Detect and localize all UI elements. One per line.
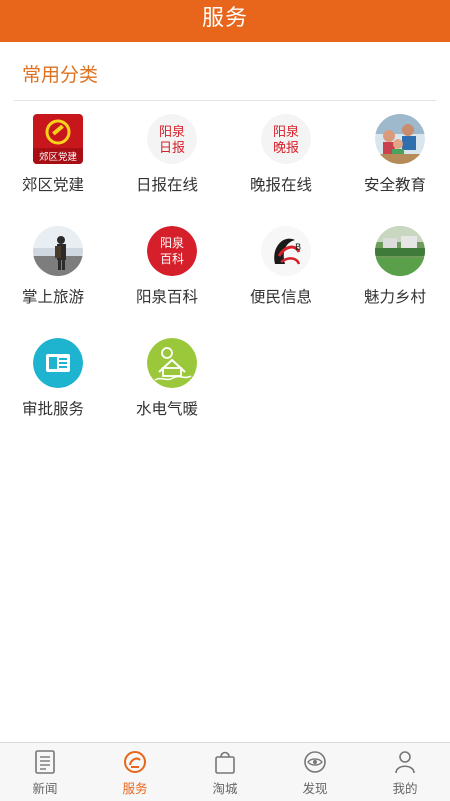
encyclopedia-icon: 阳泉 百科 [147, 226, 197, 276]
tab-label: 发现 [302, 781, 328, 796]
discover-icon [303, 749, 327, 775]
evening-news-icon: 阳泉 晚报 [261, 114, 311, 164]
svg-text:阳泉: 阳泉 [273, 124, 299, 140]
svg-text:阳泉: 阳泉 [159, 124, 185, 140]
category-label: 安全教育 [364, 176, 427, 194]
convenience-info-icon: B [261, 226, 311, 276]
category-label: 日报在线 [136, 176, 199, 194]
category-travel[interactable]: 掌上旅游 [22, 220, 138, 320]
bottom-tab-bar: 新闻 服务 淘城 发现 我的 [0, 742, 450, 801]
shopping-bag-icon [213, 749, 237, 775]
charming-village-icon [375, 226, 425, 276]
party-building-icon: 郊区党建 [33, 114, 83, 164]
svg-text:日报: 日报 [159, 141, 185, 156]
service-icon [123, 749, 147, 775]
svg-text:B: B [295, 243, 301, 253]
news-icon [33, 749, 57, 775]
safety-education-icon [375, 114, 425, 164]
category-party-building[interactable]: 郊区党建 郊区党建 [22, 108, 138, 208]
svg-text:阳泉: 阳泉 [160, 236, 184, 250]
category-utilities[interactable]: 水电气暖 [136, 332, 252, 432]
tab-profile[interactable]: 我的 [360, 743, 450, 801]
category-evening-news[interactable]: 阳泉 晚报 晚报在线 [250, 108, 366, 208]
category-approval-service[interactable]: 审批服务 [22, 332, 138, 432]
page-title: 服务 [201, 6, 248, 31]
travel-icon [33, 226, 83, 276]
category-label: 水电气暖 [136, 400, 199, 418]
tab-label: 新闻 [32, 781, 58, 796]
svg-text:百科: 百科 [160, 252, 184, 266]
category-label: 郊区党建 [22, 176, 85, 194]
tab-discover[interactable]: 发现 [270, 743, 360, 801]
tab-shopping[interactable]: 淘城 [180, 743, 270, 801]
category-label: 阳泉百科 [136, 288, 199, 306]
category-label: 掌上旅游 [22, 288, 85, 306]
app-header: 服务 [0, 0, 450, 42]
svg-text:晚报: 晚报 [273, 141, 299, 156]
category-label: 审批服务 [22, 400, 85, 418]
category-convenience-info[interactable]: B 便民信息 [250, 220, 366, 320]
category-daily-news[interactable]: 阳泉 日报 日报在线 [136, 108, 252, 208]
category-charming-village[interactable]: 魅力乡村 [364, 220, 450, 320]
category-encyclopedia[interactable]: 阳泉 百科 阳泉百科 [136, 220, 252, 320]
approval-service-icon [33, 338, 83, 388]
category-label: 晚报在线 [250, 176, 313, 194]
section-title: 常用分类 [22, 64, 99, 86]
category-safety-education[interactable]: 安全教育 [364, 108, 450, 208]
profile-icon [393, 749, 417, 775]
tab-label: 淘城 [212, 781, 238, 796]
utilities-icon [147, 338, 197, 388]
section-divider [14, 100, 436, 101]
tab-label: 服务 [122, 781, 148, 796]
tab-news[interactable]: 新闻 [0, 743, 90, 801]
category-label: 便民信息 [250, 288, 313, 306]
daily-news-icon: 阳泉 日报 [147, 114, 197, 164]
category-label: 魅力乡村 [364, 288, 427, 306]
svg-text:郊区党建: 郊区党建 [39, 151, 78, 163]
tab-label: 我的 [392, 781, 418, 796]
tab-service[interactable]: 服务 [90, 743, 180, 801]
